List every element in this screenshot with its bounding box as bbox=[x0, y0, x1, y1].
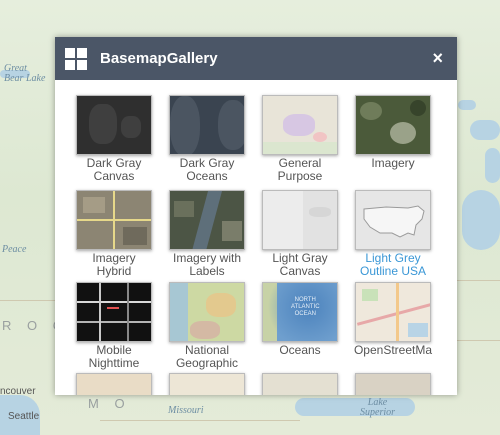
basemap-label: Light Grey Outline USA bbox=[359, 251, 427, 278]
basemap-label: Imagery with Labels bbox=[172, 251, 242, 278]
basemap-label: Oceans bbox=[279, 343, 321, 357]
basemap-item-dark-gray-oceans[interactable]: Dark Gray Oceans bbox=[162, 95, 252, 183]
mobile-nighttime-thumbnail bbox=[76, 282, 152, 342]
basemap-label: Imagery Hybrid bbox=[92, 251, 136, 278]
national-geographic-thumbnail bbox=[169, 282, 245, 342]
basemap-item-light-grey-outline-usa[interactable]: Light Grey Outline USA bbox=[348, 190, 438, 278]
dark-gray-canvas-thumbnail bbox=[76, 95, 152, 155]
basemap-thumbnail bbox=[76, 373, 152, 395]
basemap-item-imagery[interactable]: Imagery bbox=[348, 95, 438, 170]
map-label-missouri: Missouri bbox=[168, 405, 204, 416]
basemap-item-row4-1[interactable] bbox=[69, 373, 159, 395]
basemap-item-row4-3[interactable] bbox=[255, 373, 345, 395]
general-purpose-thumbnail bbox=[262, 95, 338, 155]
basemap-grid[interactable]: Dark Gray Canvas Dark Gray Oceans Genera… bbox=[55, 80, 457, 395]
light-gray-canvas-thumbnail bbox=[262, 190, 338, 250]
light-grey-outline-usa-thumbnail bbox=[355, 190, 431, 250]
basemap-label: OpenStreetMa bbox=[353, 343, 433, 357]
basemap-item-openstreetmap[interactable]: OpenStreetMa bbox=[348, 282, 438, 357]
imagery-thumbnail bbox=[355, 95, 431, 155]
basemap-item-national-geographic[interactable]: National Geographic bbox=[162, 282, 252, 370]
basemap-thumbnail bbox=[355, 373, 431, 395]
basemap-label: Light Gray Canvas bbox=[272, 251, 328, 278]
basemap-item-oceans[interactable]: NORTH ATLANTIC OCEAN Oceans bbox=[255, 282, 345, 357]
dark-gray-oceans-thumbnail bbox=[169, 95, 245, 155]
oceans-thumb-label: NORTH ATLANTIC OCEAN bbox=[291, 297, 320, 317]
map-label-great-bear-lake: Great Bear Lake bbox=[4, 63, 46, 84]
basemap-item-light-gray-canvas[interactable]: Light Gray Canvas bbox=[255, 190, 345, 278]
oceans-thumbnail: NORTH ATLANTIC OCEAN bbox=[262, 282, 338, 342]
imagery-hybrid-thumbnail bbox=[76, 190, 152, 250]
basemap-label: Imagery bbox=[371, 156, 415, 170]
basemap-item-row4-2[interactable] bbox=[162, 373, 252, 395]
map-label-peace: Peace bbox=[2, 244, 27, 255]
panel-title: BasemapGallery bbox=[100, 50, 218, 67]
basemap-label: Mobile Nighttime bbox=[88, 343, 140, 370]
usa-outline-icon bbox=[363, 205, 425, 238]
openstreetmap-thumbnail bbox=[355, 282, 431, 342]
imagery-with-labels-thumbnail bbox=[169, 190, 245, 250]
map-label-lake-superior: Lake Superior bbox=[360, 397, 395, 418]
basemap-label: Dark Gray Canvas bbox=[86, 156, 142, 183]
basemap-item-imagery-hybrid[interactable]: Imagery Hybrid bbox=[69, 190, 159, 278]
grid-icon bbox=[65, 47, 87, 70]
panel-titlebar[interactable]: BasemapGallery × bbox=[55, 37, 457, 80]
basemap-item-general-purpose[interactable]: General Purpose bbox=[255, 95, 345, 183]
map-label-mo: M O bbox=[88, 396, 131, 411]
close-icon[interactable]: × bbox=[432, 48, 443, 68]
basemap-label: General Purpose bbox=[277, 156, 323, 183]
basemap-item-mobile-nighttime[interactable]: Mobile Nighttime bbox=[69, 282, 159, 370]
basemap-thumbnail bbox=[262, 373, 338, 395]
basemap-label: National Geographic bbox=[175, 343, 239, 370]
basemap-item-dark-gray-canvas[interactable]: Dark Gray Canvas bbox=[69, 95, 159, 183]
basemap-gallery-panel: BasemapGallery × Dark Gray Canvas Dark G… bbox=[55, 37, 457, 395]
basemap-thumbnail bbox=[169, 373, 245, 395]
basemap-item-row4-4[interactable] bbox=[348, 373, 438, 395]
map-label-seattle: Seattle bbox=[8, 411, 40, 422]
basemap-item-imagery-with-labels[interactable]: Imagery with Labels bbox=[162, 190, 252, 278]
basemap-label: Dark Gray Oceans bbox=[179, 156, 235, 183]
map-label-vancouver: ncouver bbox=[0, 386, 36, 397]
